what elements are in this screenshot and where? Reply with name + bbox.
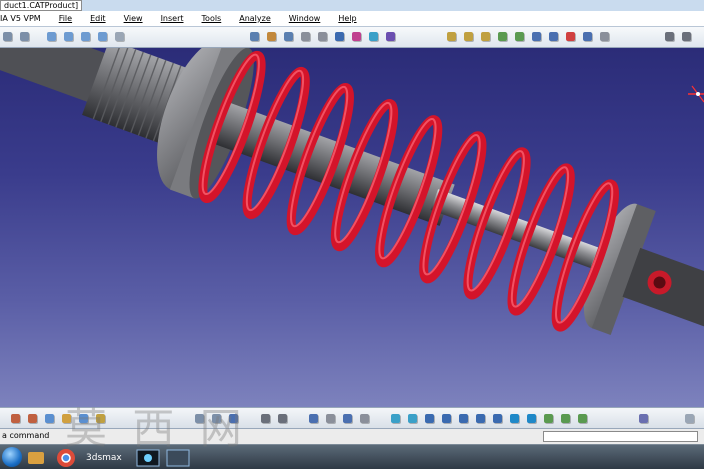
open-icon[interactable] — [59, 411, 74, 426]
menu-analyze[interactable]: Analyze — [230, 14, 280, 23]
toolbar-group-catalog — [662, 29, 694, 46]
undo-icon[interactable] — [0, 29, 15, 44]
save-management-icon[interactable] — [93, 411, 108, 426]
new-product-icon[interactable] — [61, 29, 76, 44]
fit-all-icon[interactable] — [405, 411, 420, 426]
os-taskbar: 3dsmax — [0, 444, 704, 469]
menu-insert[interactable]: Insert — [152, 14, 193, 23]
iso-view-icon[interactable] — [524, 411, 539, 426]
bottom-toolbar — [0, 407, 704, 429]
existing-component-icon[interactable] — [95, 29, 110, 44]
bill-of-material-icon[interactable] — [679, 29, 694, 44]
fly-mode-icon[interactable] — [388, 411, 403, 426]
quick-constraint-icon[interactable] — [349, 29, 364, 44]
new-part-icon[interactable] — [78, 29, 93, 44]
analysis-options-icon[interactable] — [597, 29, 612, 44]
measure-icon[interactable] — [580, 29, 595, 44]
swap-visible-space-icon[interactable] — [575, 411, 590, 426]
command-input[interactable] — [543, 431, 698, 442]
stop-manipulate-on-clash-icon[interactable] — [512, 29, 527, 44]
sectioning-icon[interactable] — [546, 29, 561, 44]
workbench-icon[interactable] — [8, 411, 23, 426]
top-toolbar — [0, 27, 704, 48]
new-component-icon[interactable] — [44, 29, 59, 44]
menu-edit[interactable]: Edit — [81, 14, 115, 23]
toolbar-group-product — [44, 29, 127, 46]
taskbar-site-label: 3dsmax — [86, 452, 122, 463]
status-prompt: a command — [2, 431, 50, 440]
zoom-out-icon[interactable] — [473, 411, 488, 426]
document-title: duct1.CATProduct] — [0, 0, 83, 11]
shock-absorber-model[interactable] — [0, 48, 704, 407]
angle-constraint-icon[interactable] — [298, 29, 313, 44]
menu-file[interactable]: File — [50, 14, 81, 23]
normal-view-icon[interactable] — [490, 411, 505, 426]
smart-move-icon[interactable] — [478, 29, 493, 44]
redo-icon[interactable] — [17, 29, 32, 44]
offset-constraint-icon[interactable] — [281, 29, 296, 44]
menu-view[interactable]: View — [115, 14, 152, 23]
zoom-in-icon[interactable] — [456, 411, 471, 426]
fix-component-icon[interactable] — [315, 29, 330, 44]
clash-icon[interactable] — [529, 29, 544, 44]
replace-component-icon[interactable] — [112, 29, 127, 44]
toolbar-group-constraints — [247, 29, 398, 46]
comment-icon[interactable] — [275, 411, 290, 426]
menu-bar: IA V5 VPM File Edit View Insert Tools An… — [0, 11, 704, 27]
refresh-icon[interactable] — [682, 411, 697, 426]
fix-together-icon[interactable] — [332, 29, 347, 44]
toolbar-group-end — [682, 411, 697, 428]
snap-icon[interactable] — [461, 29, 476, 44]
toolbar-group-edit — [0, 29, 32, 46]
pan-icon[interactable] — [422, 411, 437, 426]
reuse-pattern-icon[interactable] — [383, 29, 398, 44]
distance-band-icon[interactable] — [563, 29, 578, 44]
toolbar-group-formula — [258, 411, 290, 428]
material-icon[interactable] — [636, 411, 651, 426]
toolbar-group-history — [192, 411, 241, 428]
hierarchy-icon[interactable] — [357, 411, 372, 426]
table-icon[interactable] — [306, 411, 321, 426]
coincidence-constraint-icon[interactable] — [247, 29, 262, 44]
select-icon[interactable] — [340, 411, 355, 426]
product-structure-icon[interactable] — [25, 411, 40, 426]
toolbar-group-tools — [306, 411, 372, 428]
taskbar-app-4-icon[interactable] — [166, 448, 190, 467]
menu-help[interactable]: Help — [329, 14, 365, 23]
taskbar-app-1-icon[interactable] — [26, 448, 46, 467]
flexible-subassembly-icon[interactable] — [366, 29, 381, 44]
toolbar-group-extra — [636, 411, 651, 428]
contact-constraint-icon[interactable] — [264, 29, 279, 44]
status-bar: a command — [0, 429, 704, 444]
start-button-icon[interactable] — [2, 447, 22, 467]
catalog-browser-icon[interactable] — [662, 29, 677, 44]
whats-this-icon[interactable] — [226, 411, 241, 426]
tree-expand-icon[interactable] — [323, 411, 338, 426]
app-name-label: IA V5 VPM — [0, 14, 41, 23]
toolbar-group-workbench — [8, 411, 108, 428]
toolbar-group-move — [444, 29, 612, 46]
quick-view-icon[interactable] — [507, 411, 522, 426]
new-icon[interactable] — [42, 411, 57, 426]
redo-bottom-icon[interactable] — [209, 411, 224, 426]
menu-window[interactable]: Window — [280, 14, 330, 23]
taskbar-app-3-icon[interactable] — [136, 448, 160, 467]
manipulate-icon[interactable] — [444, 29, 459, 44]
formula-icon[interactable] — [258, 411, 273, 426]
window-title-bar: duct1.CATProduct] — [0, 0, 704, 11]
hide-show-icon[interactable] — [558, 411, 573, 426]
rotate-icon[interactable] — [439, 411, 454, 426]
compass-icon[interactable] — [684, 80, 704, 110]
save-icon[interactable] — [76, 411, 91, 426]
chrome-icon[interactable] — [56, 448, 76, 467]
explode-icon[interactable] — [495, 29, 510, 44]
menu-tools[interactable]: Tools — [193, 14, 231, 23]
3d-viewport[interactable] — [0, 48, 704, 407]
toolbar-group-view — [388, 411, 590, 428]
shading-icon[interactable] — [541, 411, 556, 426]
undo-bottom-icon[interactable] — [192, 411, 207, 426]
